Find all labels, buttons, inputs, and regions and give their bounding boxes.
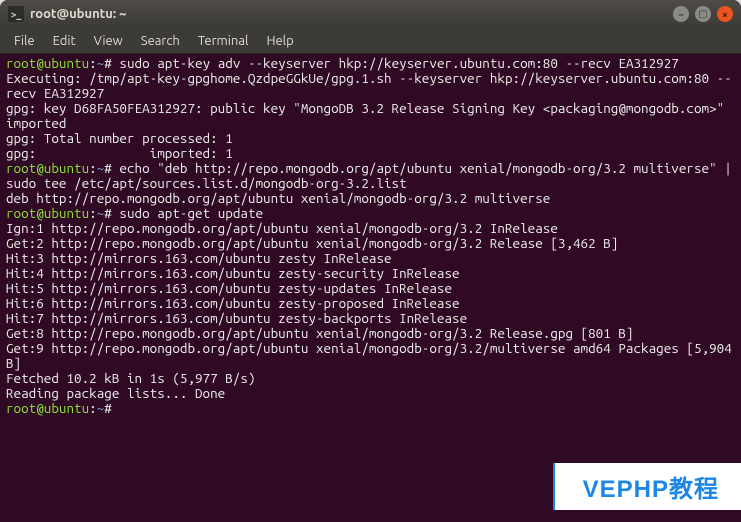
terminal-output-line: Hit:6 http://mirrors.163.com/ubuntu zest… <box>6 296 735 311</box>
menu-terminal[interactable]: Terminal <box>190 31 257 51</box>
window-controls: – ▢ × <box>673 6 733 22</box>
minimize-button[interactable]: – <box>673 6 689 22</box>
terminal-output-line: Executing: /tmp/apt-key-gpghome.QzdpeGGk… <box>6 71 735 101</box>
window-title: root@ubuntu: ~ <box>30 7 673 21</box>
terminal-window: >_ root@ubuntu: ~ – ▢ × File Edit View S… <box>0 0 741 522</box>
terminal-output-line: Hit:3 http://mirrors.163.com/ubuntu zest… <box>6 251 735 266</box>
terminal-output-line: Fetched 10.2 kB in 1s (5,977 B/s) <box>6 371 735 386</box>
terminal-output-line: Reading package lists... Done <box>6 386 735 401</box>
prompt-user-host: root@ubuntu <box>6 160 89 176</box>
menu-view[interactable]: View <box>86 31 131 51</box>
menu-help[interactable]: Help <box>258 31 301 51</box>
terminal-command-line: root@ubuntu:~# echo "deb http://repo.mon… <box>6 161 735 191</box>
command-text: sudo apt-key adv --keyserver hkp://keyse… <box>119 55 678 71</box>
terminal-command-line: root@ubuntu:~# <box>6 401 735 416</box>
menubar: File Edit View Search Terminal Help <box>0 28 741 54</box>
terminal-output-line: gpg: key D68FA50FEA312927: public key "M… <box>6 101 735 131</box>
terminal-output-line: deb http://repo.mongodb.org/apt/ubuntu x… <box>6 191 735 206</box>
prompt-sep: : <box>89 400 97 416</box>
terminal-output-line: Hit:5 http://mirrors.163.com/ubuntu zest… <box>6 281 735 296</box>
terminal-output-line: gpg: Total number processed: 1 <box>6 131 735 146</box>
close-button[interactable]: × <box>717 6 733 22</box>
prompt-user-host: root@ubuntu <box>6 400 89 416</box>
terminal-output[interactable]: root@ubuntu:~# sudo apt-key adv --keyser… <box>0 54 741 522</box>
prompt-sep: : <box>89 55 97 71</box>
prompt-sep: : <box>89 205 97 221</box>
prompt-user-host: root@ubuntu <box>6 55 89 71</box>
terminal-output-line: Get:8 http://repo.mongodb.org/apt/ubuntu… <box>6 326 735 341</box>
prompt-sep: : <box>89 160 97 176</box>
terminal-output-line: gpg: imported: 1 <box>6 146 735 161</box>
titlebar: >_ root@ubuntu: ~ – ▢ × <box>0 0 741 28</box>
terminal-command-line: root@ubuntu:~# sudo apt-get update <box>6 206 735 221</box>
maximize-button[interactable]: ▢ <box>695 6 711 22</box>
prompt-suffix: # <box>104 55 119 71</box>
terminal-output-line: Ign:1 http://repo.mongodb.org/apt/ubuntu… <box>6 221 735 236</box>
terminal-output-line: Get:2 http://repo.mongodb.org/apt/ubuntu… <box>6 236 735 251</box>
menu-search[interactable]: Search <box>133 31 188 51</box>
prompt-suffix: # <box>104 205 119 221</box>
terminal-command-line: root@ubuntu:~# sudo apt-key adv --keyser… <box>6 56 735 71</box>
menu-edit[interactable]: Edit <box>45 31 84 51</box>
command-text: sudo apt-get update <box>119 205 263 221</box>
terminal-icon: >_ <box>8 6 24 22</box>
menu-file[interactable]: File <box>6 31 43 51</box>
terminal-output-line: Hit:4 http://mirrors.163.com/ubuntu zest… <box>6 266 735 281</box>
prompt-suffix: # <box>104 160 119 176</box>
watermark-overlay: VEPHP教程 <box>553 463 741 510</box>
prompt-suffix: # <box>104 400 119 416</box>
prompt-user-host: root@ubuntu <box>6 205 89 221</box>
terminal-output-line: Hit:7 http://mirrors.163.com/ubuntu zest… <box>6 311 735 326</box>
terminal-output-line: Get:9 http://repo.mongodb.org/apt/ubuntu… <box>6 341 735 371</box>
